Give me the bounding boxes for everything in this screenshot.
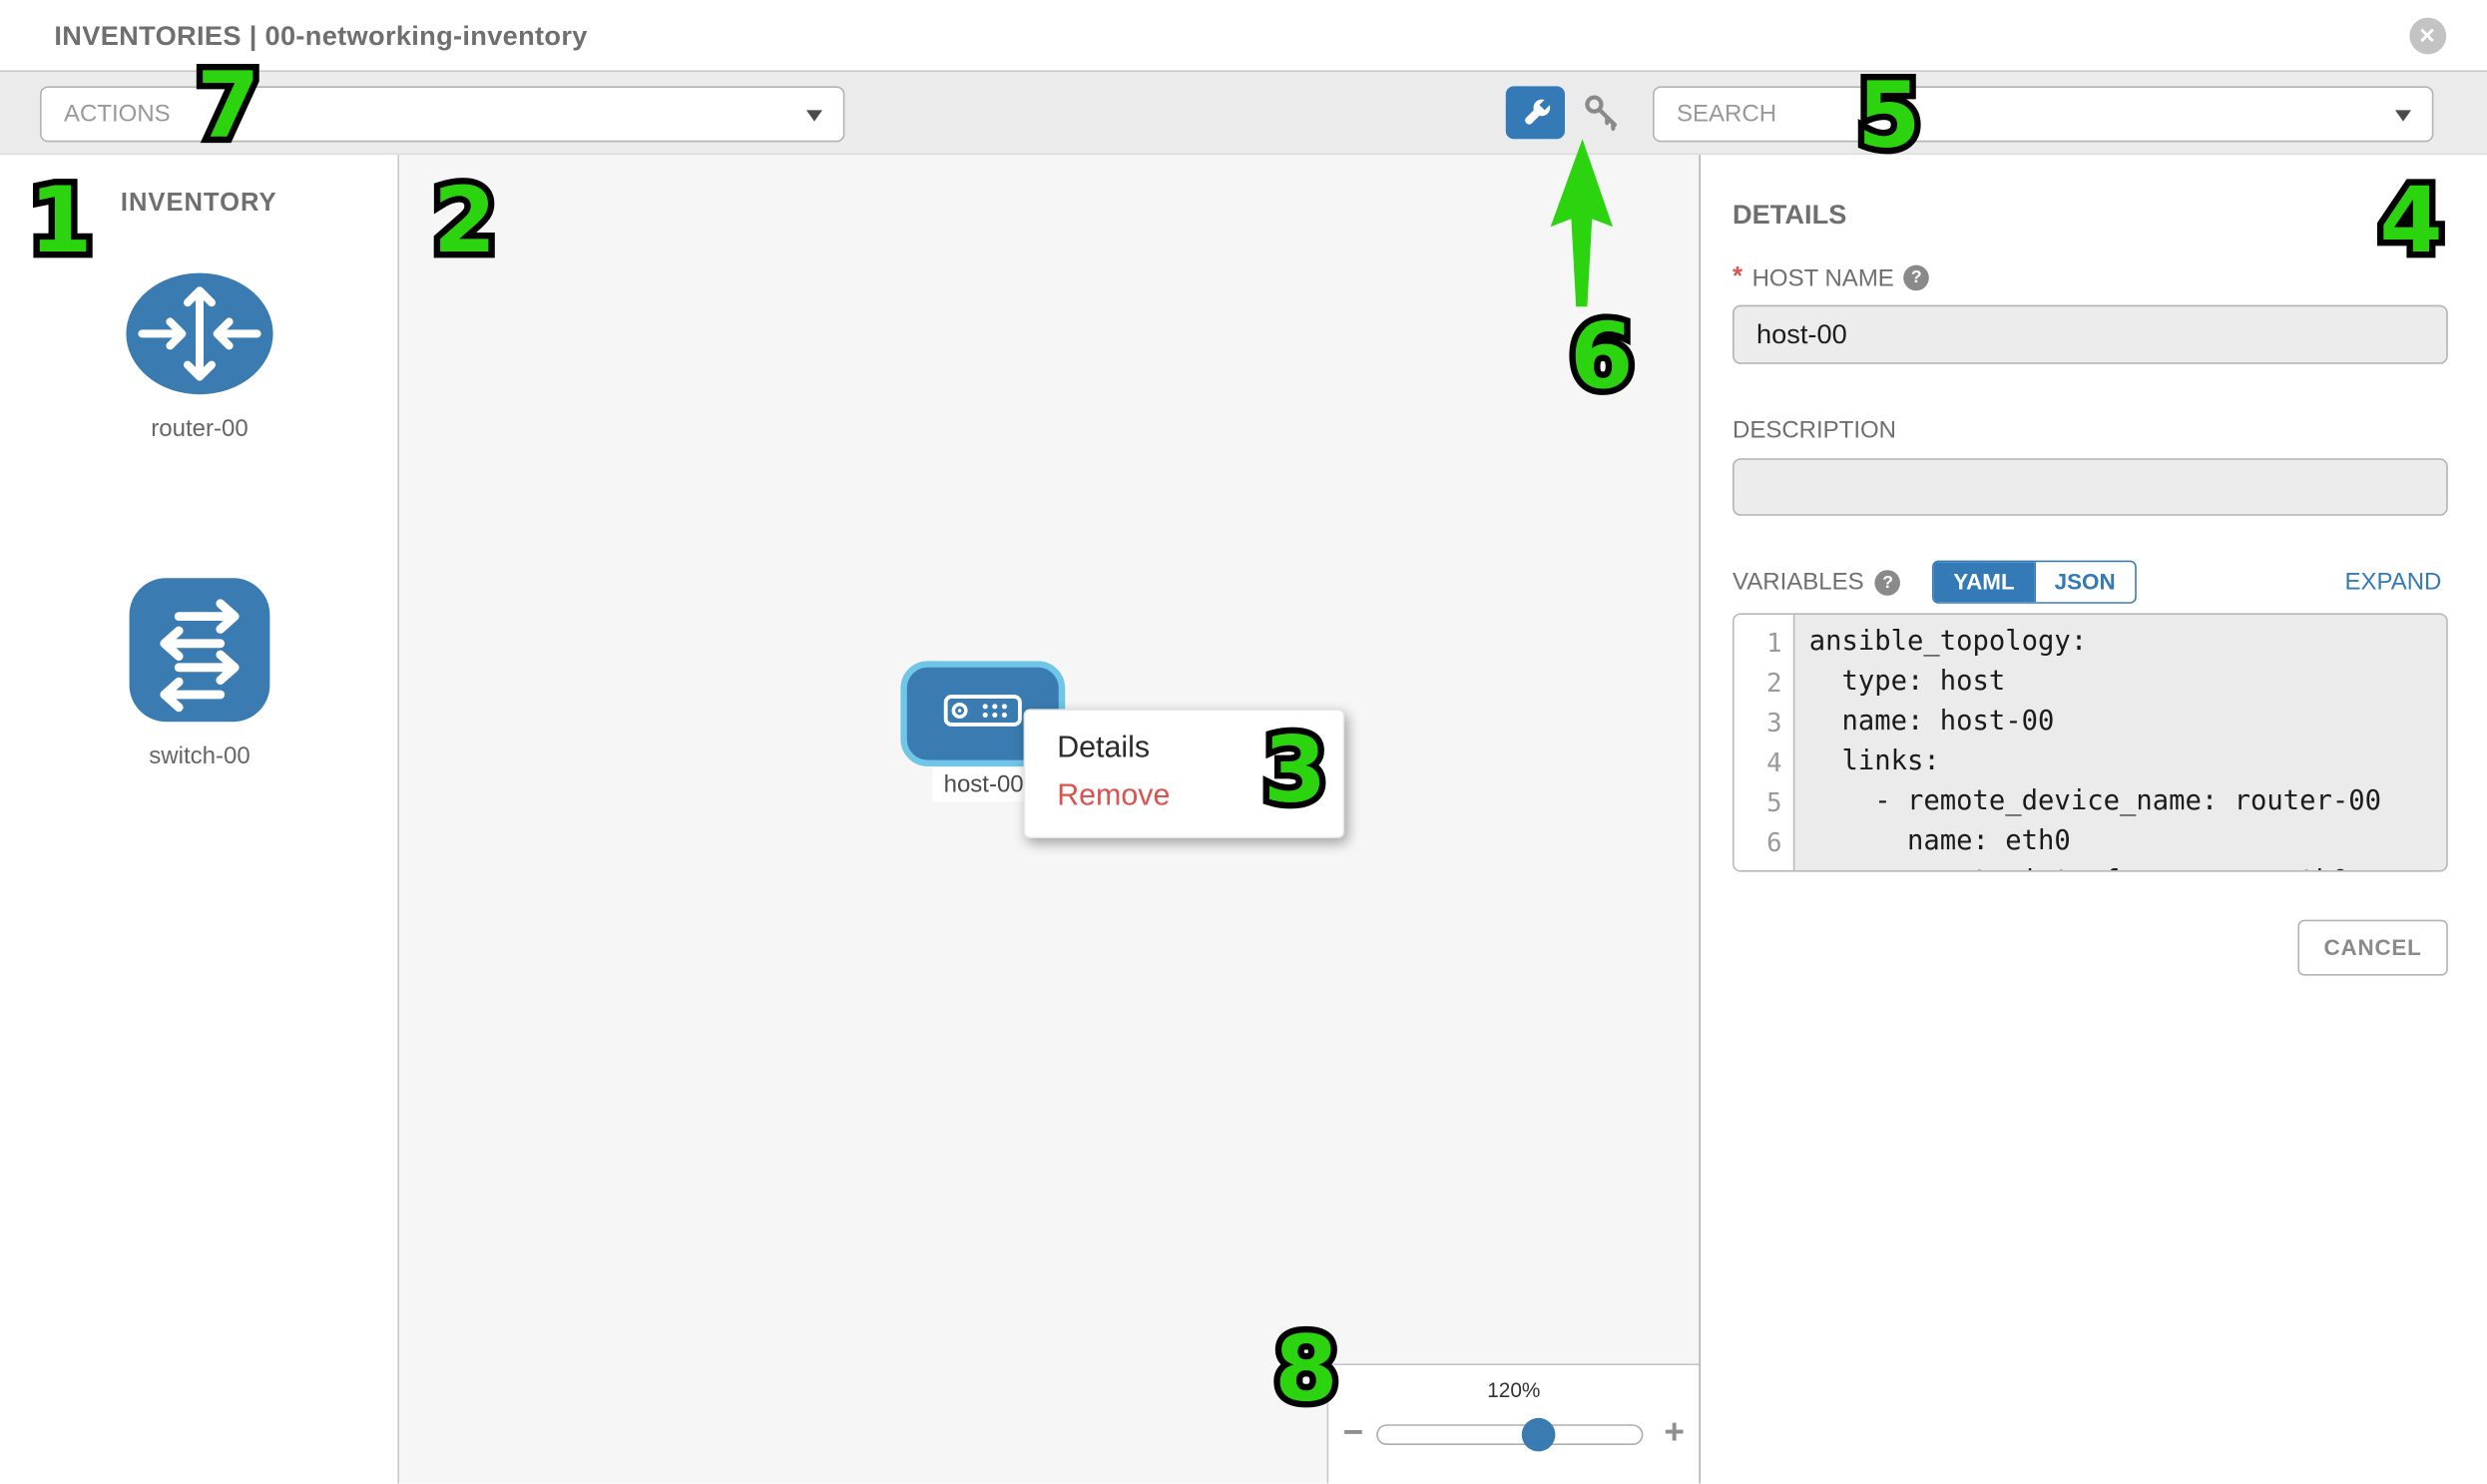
- host-node-label: host-00: [932, 768, 1034, 802]
- annotation-8: 8: [1274, 1324, 1337, 1415]
- wrench-icon: [1516, 94, 1554, 132]
- inventory-sidebar: INVENTORY router-00: [0, 155, 399, 1484]
- required-asterisk: *: [1733, 263, 1742, 292]
- annotation-2: 2: [433, 177, 496, 267]
- zoom-out-button[interactable]: −: [1343, 1413, 1364, 1451]
- switch-icon: [128, 577, 271, 724]
- line-number: 2: [1735, 663, 1793, 703]
- code-line: ansible_topology:: [1809, 623, 2446, 663]
- line-number: 1: [1735, 623, 1793, 663]
- variables-label: VARIABLES: [1733, 569, 1864, 596]
- line-number: 5: [1735, 782, 1793, 822]
- line-number: 3: [1735, 703, 1793, 742]
- tab-yaml[interactable]: YAML: [1934, 562, 2034, 602]
- page-title: INVENTORIES | 00-networking-inventory: [54, 21, 587, 53]
- host-name-label: HOST NAME: [1752, 264, 1894, 291]
- zoom-slider-track[interactable]: [1376, 1424, 1643, 1445]
- details-panel: DETAILS * HOST NAME ? host-00 DESCRIPTIO…: [1703, 155, 2487, 1484]
- details-heading: DETAILS: [1733, 200, 1846, 232]
- annotation-4: 4: [2379, 177, 2442, 267]
- annotation-5: 5: [1857, 71, 1920, 162]
- annotation-arrow-icon: [1544, 134, 1621, 312]
- annotation-1: 1: [29, 177, 92, 267]
- code-line: remote_interface_name: eth0: [1809, 862, 2446, 872]
- annotation-3: 3: [1263, 726, 1326, 816]
- device-label: router-00: [0, 415, 399, 442]
- toggle-toolbox-button[interactable]: [1506, 86, 1565, 139]
- host-name-field[interactable]: host-00: [1733, 305, 2448, 364]
- header: INVENTORIES | 00-networking-inventory ✕: [0, 0, 2487, 72]
- close-icon[interactable]: ✕: [2409, 18, 2446, 55]
- actions-dropdown-label: ACTIONS: [64, 101, 171, 128]
- cancel-button[interactable]: CANCEL: [2297, 920, 2447, 976]
- zoom-in-button[interactable]: +: [1664, 1413, 1685, 1451]
- expand-link[interactable]: EXPAND: [2344, 569, 2441, 596]
- code-line: - remote_device_name: router-00: [1809, 782, 2446, 822]
- device-label: switch-00: [0, 742, 399, 769]
- app-window: INVENTORIES | 00-networking-inventory ✕ …: [0, 0, 2487, 1484]
- line-number: 7: [1735, 862, 1793, 872]
- line-number: 6: [1735, 822, 1793, 862]
- key-icon[interactable]: [1583, 93, 1623, 131]
- description-label: DESCRIPTION: [1733, 417, 1896, 444]
- sidebar-item-switch[interactable]: switch-00: [0, 577, 399, 770]
- topology-canvas[interactable]: host-00 Details Remove 120% − +: [399, 155, 1701, 1484]
- editor-content[interactable]: ansible_topology: type: host name: host-…: [1794, 615, 2446, 870]
- router-icon: [125, 271, 274, 396]
- toolbar: ACTIONS SEARCH: [0, 72, 2487, 155]
- search-dropdown[interactable]: SEARCH: [1653, 86, 2433, 142]
- code-line: links:: [1809, 742, 2446, 782]
- code-line: name: host-00: [1809, 703, 2446, 742]
- sidebar-item-router[interactable]: router-00: [0, 271, 399, 442]
- help-icon[interactable]: ?: [1903, 265, 1929, 291]
- help-icon[interactable]: ?: [1875, 569, 1901, 595]
- variables-code-editor[interactable]: 1 2 3 4 5 6 7 ansible_topology: type: ho…: [1733, 613, 2448, 871]
- variables-format-toggle: YAML JSON: [1932, 561, 2136, 604]
- zoom-control: 120% − +: [1327, 1363, 1701, 1484]
- zoom-slider-thumb[interactable]: [1522, 1418, 1556, 1452]
- actions-dropdown[interactable]: ACTIONS: [40, 86, 844, 142]
- line-number: 4: [1735, 742, 1793, 782]
- tab-json[interactable]: JSON: [2034, 562, 2135, 602]
- search-dropdown-label: SEARCH: [1677, 101, 1776, 128]
- code-line: name: eth0: [1809, 822, 2446, 862]
- zoom-level-value: 120%: [1328, 1378, 1699, 1402]
- editor-gutter: 1 2 3 4 5 6 7: [1735, 615, 1795, 870]
- description-field[interactable]: [1733, 458, 2448, 516]
- chevron-down-icon: [806, 110, 822, 121]
- annotation-6: 6: [1570, 312, 1633, 403]
- annotation-7: 7: [197, 62, 259, 153]
- chevron-down-icon: [2395, 110, 2411, 121]
- code-line: type: host: [1809, 663, 2446, 703]
- host-icon: [944, 695, 1022, 727]
